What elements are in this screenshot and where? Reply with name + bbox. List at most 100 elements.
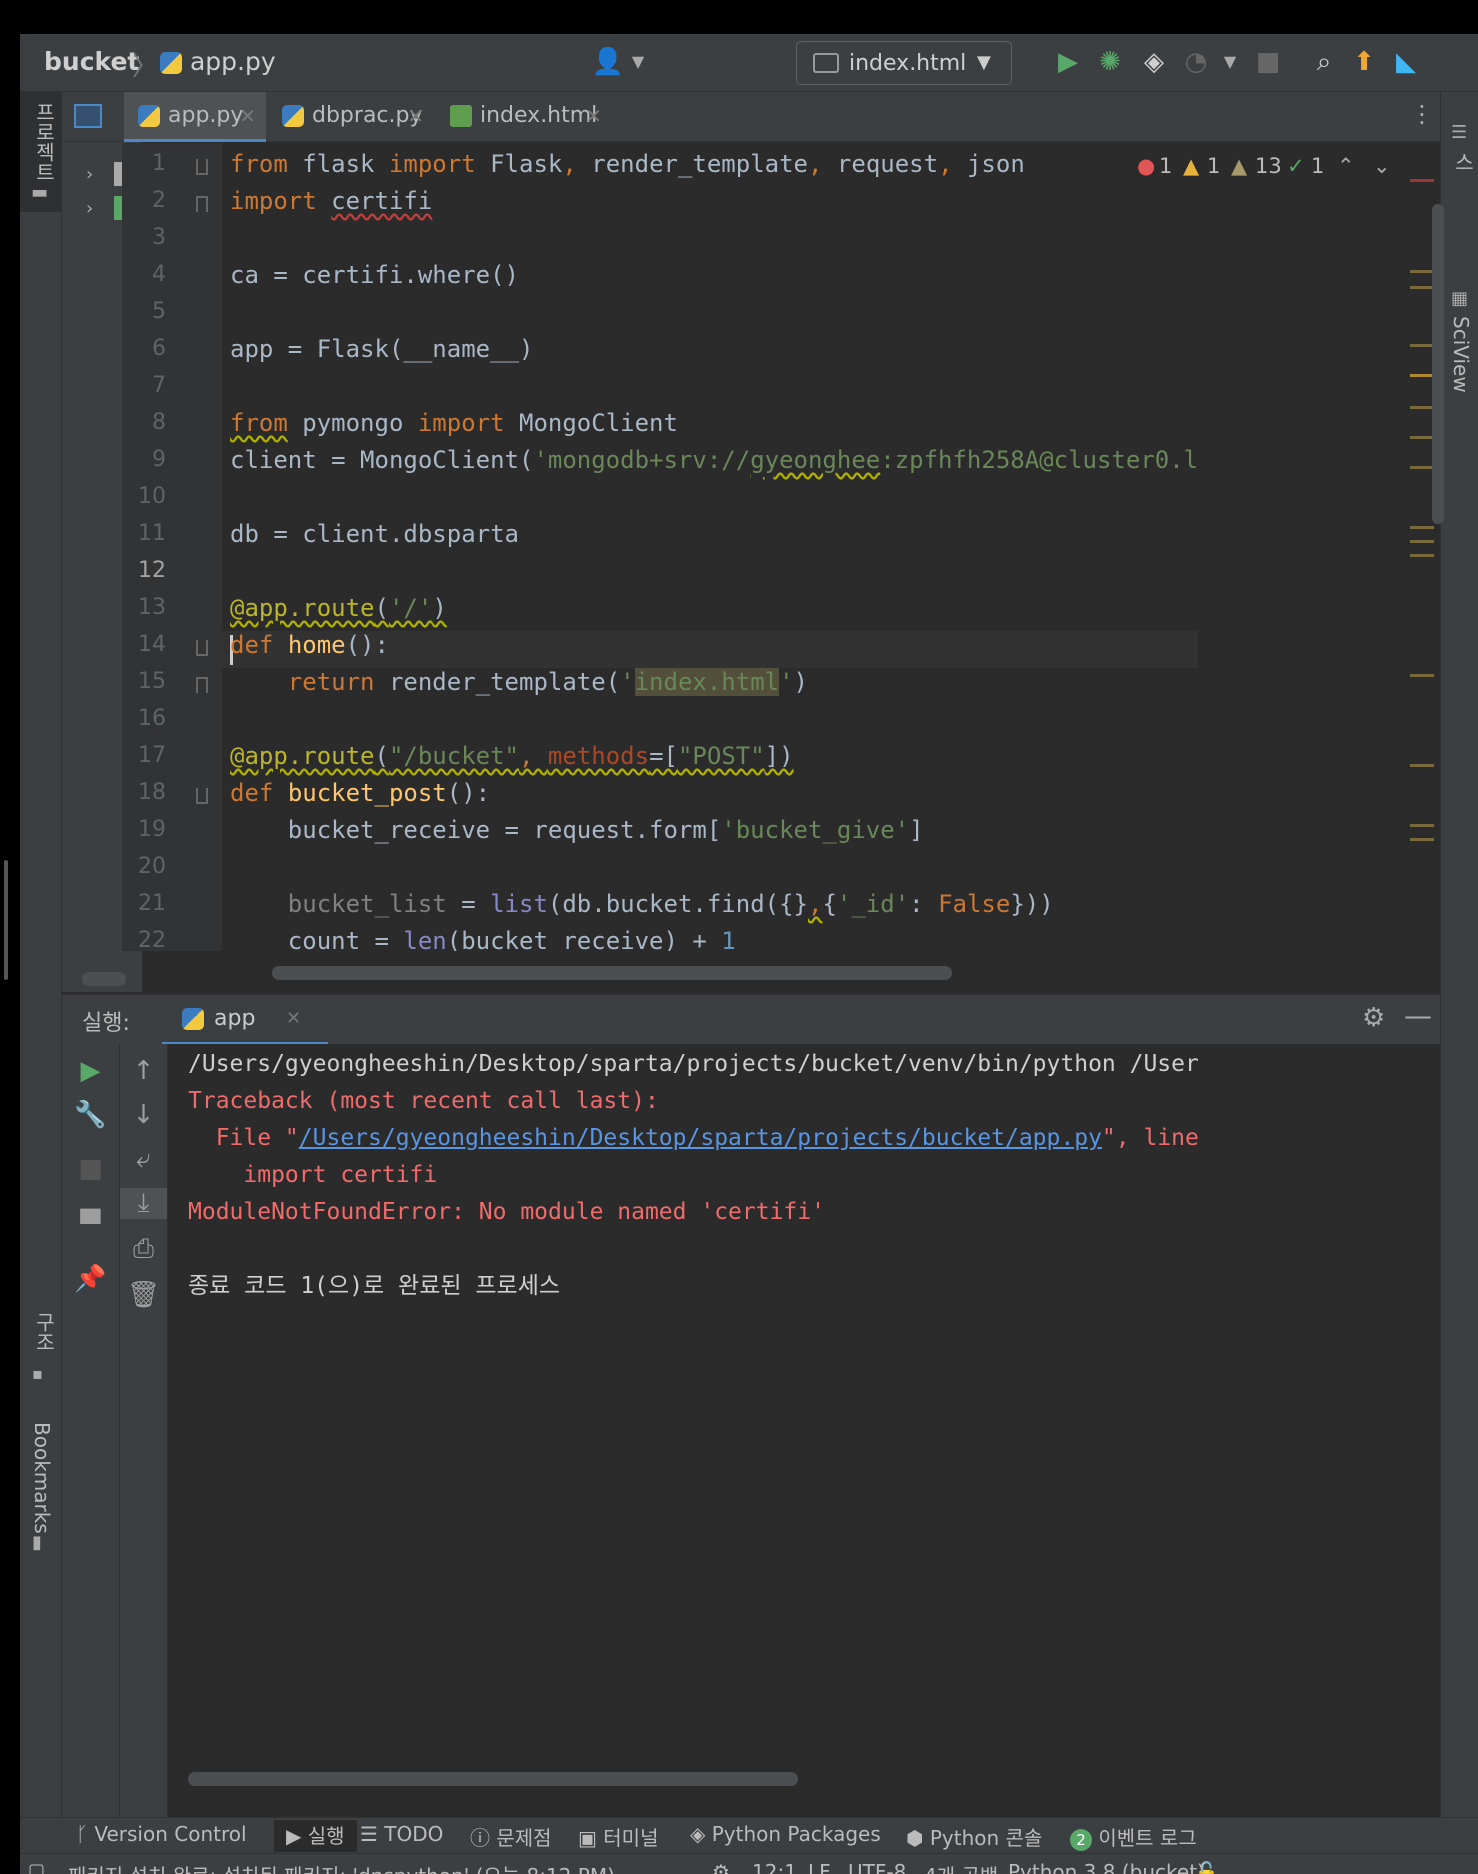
previous-highlight-icon[interactable]: ⌃ (1337, 154, 1355, 178)
run-panel-label: 실행: (82, 1011, 130, 1036)
warning-stripe-marker[interactable] (1410, 674, 1434, 677)
tree-expand-icon[interactable]: › (86, 164, 93, 185)
lock-icon[interactable]: 🔓 (1194, 1860, 1219, 1874)
breadcrumb-project[interactable]: bucket (44, 47, 139, 76)
editor-vertical-scrollbar[interactable] (1432, 204, 1444, 524)
soft-wrap-icon[interactable]: ⤶ (120, 1144, 167, 1175)
line-ending[interactable]: LF (808, 1860, 831, 1874)
warning-stripe-marker[interactable] (1410, 286, 1434, 289)
stop-icon[interactable]: ■ (1250, 44, 1286, 80)
warning-stripe-marker[interactable] (1410, 824, 1434, 827)
right-tool-strip: ☰ 데이터베이스 ▦ SciView (1440, 92, 1478, 1817)
user-dropdown-chevron-icon[interactable]: ▼ (620, 44, 656, 80)
code-with-me-icon[interactable]: ◣ (1388, 44, 1424, 80)
warning-stripe-marker[interactable] (1410, 838, 1434, 841)
project-pane-scrollbar[interactable] (82, 972, 126, 986)
run-configuration-selector[interactable]: index.html ▼ (796, 41, 1012, 85)
scroll-to-end-icon[interactable]: ⤓ (120, 1188, 167, 1219)
database-tool-button[interactable]: ☰ 데이터베이스 (1441, 122, 1478, 262)
run-toolbar-secondary: ↑ ↓ ⤶ ⤓ ⎙ 🗑 (120, 1044, 168, 1817)
database-tool-label: 데이터베이스 (1451, 152, 1475, 172)
tool-todo[interactable]: ☰ TODO (360, 1822, 443, 1846)
error-stripe-marker[interactable] (1410, 179, 1434, 182)
caret-position[interactable]: 12:1 (752, 1860, 797, 1874)
next-highlight-icon[interactable]: ⌄ (1373, 154, 1391, 178)
fold-icon[interactable] (196, 677, 208, 693)
warning-stripe-marker[interactable] (1410, 764, 1434, 767)
warning-stripe-marker[interactable] (1410, 436, 1434, 439)
bookmarks-tool-button[interactable]: Bookmarks ▮ (20, 1422, 62, 1562)
run-tab-app[interactable]: app ✕ (162, 995, 328, 1045)
outer-scroll-indicator (4, 860, 8, 980)
tool-run[interactable]: ▶ 실행 (274, 1820, 357, 1852)
fold-icon[interactable] (196, 159, 208, 175)
run-icon[interactable]: ▶ (1050, 44, 1086, 80)
background-tasks-icon[interactable]: ⚙ (712, 1860, 730, 1874)
warning-stripe-marker[interactable] (1410, 466, 1434, 469)
trash-icon[interactable]: 🗑 (120, 1280, 167, 1310)
indent-setting[interactable]: 4개 공백 (924, 1860, 998, 1874)
fold-icon[interactable] (196, 788, 208, 804)
tool-terminal[interactable]: ▣ 터미널 (578, 1822, 658, 1851)
stop-icon[interactable]: ■ (62, 1154, 119, 1184)
code-editor[interactable]: from flask import Flask, render_template… (222, 143, 1198, 951)
tool-python-console[interactable]: ⬢ Python 콘솔 (906, 1822, 1042, 1851)
gear-icon[interactable]: ⚙ (1362, 1003, 1385, 1033)
console-file-link[interactable]: /Users/gyeongheeshin/Desktop/sparta/proj… (299, 1125, 1102, 1151)
more-run-chevron-icon[interactable]: ▼ (1212, 44, 1248, 80)
close-icon[interactable]: ✕ (286, 995, 301, 1043)
breadcrumb-file[interactable]: app.py (160, 47, 276, 76)
file-encoding[interactable]: UTF-8 (848, 1860, 906, 1874)
tab-dbprac-py[interactable]: dbprac.py ✕ (268, 92, 434, 142)
toggle-tool-windows-icon[interactable]: ▢ (28, 1860, 45, 1874)
close-icon[interactable]: ✕ (239, 92, 256, 140)
tree-expand-icon[interactable]: › (86, 198, 93, 219)
fold-icon[interactable] (196, 196, 208, 212)
pin-icon[interactable]: 📌 (62, 1264, 119, 1294)
project-tool-button[interactable]: 프로젝트 ▬ (20, 92, 62, 212)
tool-version-control[interactable]: ᚴ Version Control (76, 1822, 247, 1846)
debug-icon[interactable]: ✺ (1092, 44, 1128, 80)
structure-tool-button[interactable]: 구조 ▪ (20, 1312, 62, 1392)
warning-stripe-marker[interactable] (1410, 374, 1434, 377)
warning-stripe-marker[interactable] (1410, 540, 1434, 543)
minimize-icon[interactable]: — (1404, 999, 1432, 1032)
close-icon[interactable]: ✕ (407, 92, 424, 140)
tool-python-packages[interactable]: ◈ Python Packages (690, 1822, 881, 1846)
sciview-tool-button[interactable]: ▦ SciView (1441, 288, 1478, 398)
run-tab-label: app (214, 1006, 256, 1031)
warning-stripe-marker[interactable] (1410, 406, 1434, 409)
print-icon[interactable]: ⎙ (120, 1234, 167, 1265)
arrow-down-icon[interactable]: ↓ (120, 1100, 167, 1130)
tool-label: Python 콘솔 (929, 1826, 1043, 1850)
tab-app-py[interactable]: app.py ✕ (124, 92, 266, 142)
project-view-icon[interactable] (74, 104, 102, 128)
python-interpreter[interactable]: Python 3.8 (bucket) (1008, 1860, 1205, 1874)
warning-stripe-marker[interactable] (1410, 270, 1434, 273)
tool-label: 이벤트 로그 (1098, 1826, 1197, 1850)
warning-stripe-marker[interactable] (1410, 554, 1434, 557)
fold-icon[interactable] (196, 640, 208, 656)
warning-stripe-marker[interactable] (1410, 526, 1434, 529)
profile-icon[interactable]: ◔ (1178, 44, 1214, 80)
console-horizontal-scrollbar[interactable] (188, 1772, 798, 1786)
arrow-up-icon[interactable]: ↑ (120, 1056, 167, 1086)
status-message[interactable]: 패키지 설치 완료: 설치된 패키지: 'dnspython' (오늘 8:12… (68, 1860, 615, 1874)
tab-index-html[interactable]: index.html ✕ (436, 92, 612, 142)
more-options-icon[interactable]: ⋮ (1410, 100, 1434, 128)
search-icon[interactable]: ⌕ (1306, 44, 1342, 80)
warning-stripe-marker[interactable] (1410, 344, 1434, 347)
layout-icon[interactable]: ▀ (62, 1210, 119, 1240)
coverage-icon[interactable]: ◈ (1136, 44, 1172, 80)
wrench-icon[interactable]: 🔧 (62, 1100, 119, 1130)
run-console[interactable]: /Users/gyeongheeshin/Desktop/sparta/proj… (168, 1044, 1198, 1817)
branch-icon: ᚴ (76, 1822, 95, 1846)
tool-event-log[interactable]: 2 이벤트 로그 (1070, 1822, 1197, 1851)
editor-horizontal-scrollbar[interactable] (272, 966, 952, 980)
tool-problems[interactable]: ⓘ 문제점 (470, 1822, 552, 1851)
typo-count: 1 (1311, 154, 1325, 178)
rerun-icon[interactable]: ▶ (62, 1056, 119, 1086)
update-icon[interactable]: ⬆ (1346, 44, 1382, 80)
close-icon[interactable]: ✕ (585, 92, 602, 140)
tab-label: app.py (168, 103, 244, 128)
